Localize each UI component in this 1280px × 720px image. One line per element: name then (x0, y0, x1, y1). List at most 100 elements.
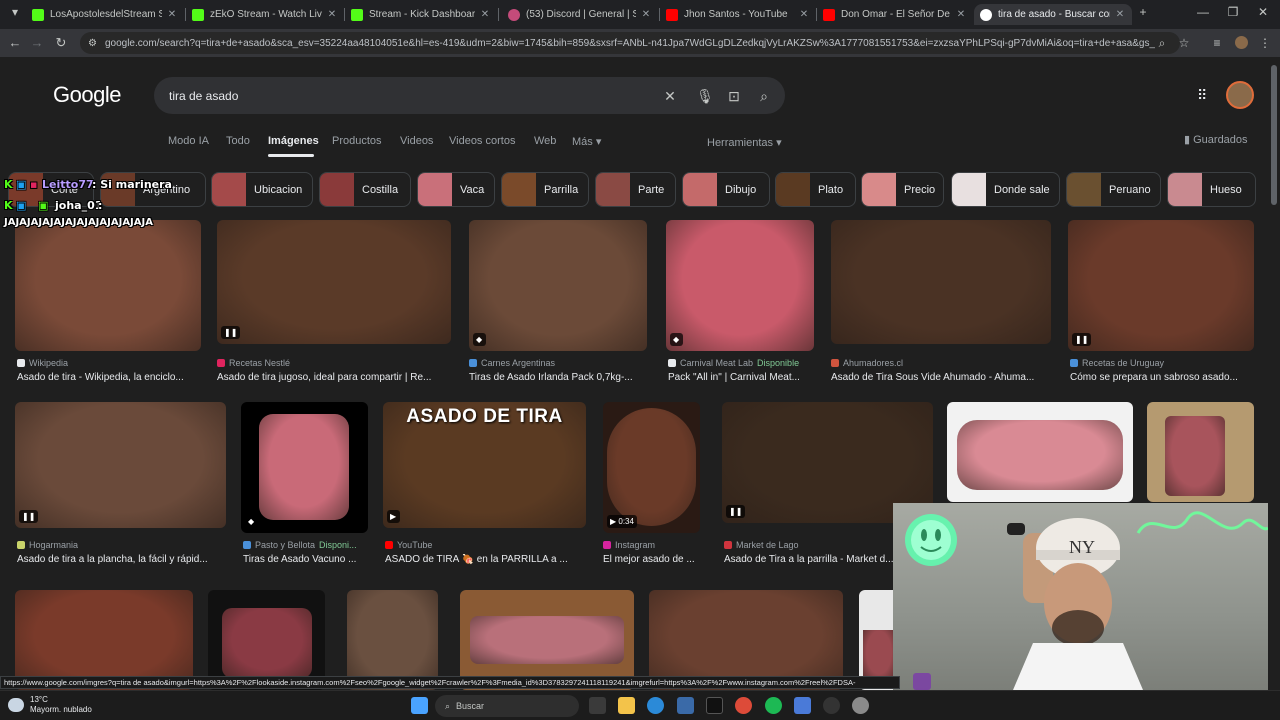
google-logo[interactable]: Google (53, 82, 121, 108)
account-avatar[interactable] (1226, 81, 1254, 109)
result-source[interactable]: Ahumadores.cl (831, 358, 1051, 368)
app-icon[interactable] (706, 697, 723, 714)
store-icon[interactable] (677, 697, 694, 714)
result-image[interactable] (15, 220, 201, 351)
tab-todo[interactable]: Todo (226, 135, 250, 147)
result-title[interactable]: Pack "All in" | Carnival Meat... (668, 372, 814, 383)
result-image[interactable] (208, 590, 325, 690)
browser-tab[interactable]: zEkO Stream - Watch Live on Ki✕ (186, 4, 344, 25)
media-control-icon[interactable]: ≡ (1208, 34, 1226, 52)
image-result[interactable] (347, 590, 438, 690)
close-tab-icon[interactable]: ✕ (640, 9, 652, 20)
result-source[interactable]: Recetas de Uruguay (1070, 358, 1254, 368)
result-image[interactable]: ASADO DE TIRA ▶ (383, 402, 586, 528)
back-button[interactable]: ← (6, 34, 24, 52)
image-result[interactable]: ❚❚ Recetas Nestlé Asado de tira jugoso, … (217, 220, 451, 390)
close-tab-icon[interactable]: ✕ (955, 9, 967, 20)
windows-start-icon[interactable] (411, 697, 428, 714)
browser-tab[interactable]: Don Omar - El Señor De La No✕ (817, 4, 973, 25)
image-result[interactable] (947, 402, 1133, 512)
image-result[interactable]: ◆ Carnival Meat Lab Disponible Pack "All … (666, 220, 814, 390)
result-source[interactable]: Instagram (603, 540, 700, 550)
result-source[interactable]: Market de Lago (724, 540, 894, 550)
result-title[interactable]: El mejor asado de ... (603, 554, 703, 565)
image-result[interactable] (1147, 402, 1254, 512)
result-title[interactable]: ASADO de TIRA 🍖 en la PARRILLA a ... (385, 554, 586, 565)
search-box[interactable] (154, 77, 785, 114)
result-source[interactable]: YouTube (385, 540, 586, 550)
chip-dibujo[interactable]: Dibujo (682, 172, 770, 207)
image-result[interactable]: ◆ Pasto y Bellota Disponi... Tiras de Asa… (241, 402, 368, 572)
lens-search-icon[interactable]: ⊡ (724, 86, 744, 106)
tab-imagenes[interactable]: Imágenes (268, 135, 319, 147)
tab-web[interactable]: Web (534, 135, 556, 147)
tab-modo-ia[interactable]: Modo IA (168, 135, 209, 147)
settings-gear-icon[interactable] (852, 697, 869, 714)
chip-precio[interactable]: Precio (861, 172, 944, 207)
tab-productos[interactable]: Productos (332, 135, 382, 147)
image-result[interactable]: Ahumadores.cl Asado de Tira Sous Vide Ah… (831, 220, 1051, 390)
image-result[interactable]: ❚❚ Recetas de Uruguay Cómo se prepara un… (1068, 220, 1254, 390)
clear-search-icon[interactable]: ✕ (660, 86, 680, 106)
image-result[interactable] (208, 590, 325, 690)
result-title[interactable]: Tiras de Asado Vacuno ... (243, 554, 368, 565)
chip-costilla[interactable]: Costilla (319, 172, 411, 207)
result-image[interactable]: ❚❚ (1068, 220, 1254, 351)
voice-search-icon[interactable]: 🎙 (695, 86, 715, 106)
task-view-icon[interactable] (589, 697, 606, 714)
zoom-icon[interactable]: ⌕ (1153, 34, 1171, 52)
result-title[interactable]: Tiras de Asado Irlanda Pack 0,7kg-... (469, 372, 647, 383)
image-result[interactable]: ASADO DE TIRA ▶ YouTube ASADO de TIRA 🍖 e… (383, 402, 586, 572)
browser-tab[interactable]: (53) Discord | General | Soy✕ (502, 4, 658, 25)
result-image[interactable]: ▶ 0:34 (603, 402, 700, 533)
menu-icon[interactable]: ⋮ (1256, 34, 1274, 52)
chip-peruano[interactable]: Peruano (1066, 172, 1161, 207)
chip-donde-sale[interactable]: Donde sale (951, 172, 1060, 207)
chrome-icon[interactable] (735, 697, 752, 714)
address-bar[interactable]: ⚙ google.com/search?q=tira+de+asado&sca_… (80, 32, 1180, 54)
restore-window-icon[interactable]: ❐ (1218, 5, 1248, 19)
chip-plato[interactable]: Plato (775, 172, 856, 207)
result-source[interactable]: Recetas Nestlé (217, 358, 451, 368)
saved-button[interactable]: ▮ Guardados (1184, 133, 1248, 146)
result-image[interactable] (1147, 402, 1254, 502)
search-icon[interactable]: ⌕ (754, 86, 774, 106)
result-image[interactable] (649, 590, 843, 690)
new-tab-button[interactable]: + (1128, 5, 1158, 19)
obs-icon[interactable] (823, 697, 840, 714)
result-title[interactable]: Asado de tira jugoso, ideal para compart… (217, 372, 451, 383)
tools-button[interactable]: Herramientas ▾ (707, 136, 782, 149)
result-source[interactable]: Carnes Argentinas (469, 358, 647, 368)
result-source[interactable]: Carnival Meat Lab Disponible (668, 358, 828, 368)
tab-videos-cortos[interactable]: Videos cortos (449, 135, 515, 147)
tab-search-icon[interactable]: ▾ (0, 5, 30, 19)
result-source[interactable]: Pasto y Bellota Disponi... (243, 540, 368, 550)
notepad-icon[interactable] (794, 697, 811, 714)
minimize-window-icon[interactable]: — (1188, 5, 1218, 19)
tab-videos[interactable]: Videos (400, 135, 433, 147)
result-image[interactable]: ❚❚ (217, 220, 451, 344)
search-input[interactable] (169, 88, 649, 103)
result-image[interactable]: ◆ (241, 402, 368, 533)
close-window-icon[interactable]: ✕ (1248, 5, 1278, 19)
result-image[interactable]: ❚❚ (15, 402, 226, 528)
browser-tab[interactable]: Stream - Kick Dashboard ✕ (345, 4, 497, 25)
image-result[interactable] (460, 590, 634, 690)
image-result[interactable] (15, 590, 193, 690)
chip-parte[interactable]: Parte (595, 172, 676, 207)
chip-vaca[interactable]: Vaca (417, 172, 495, 207)
image-result[interactable] (649, 590, 843, 690)
image-result[interactable]: ▶ 0:34 Instagram El mejor asado de ... (603, 402, 700, 572)
page-scrollbar[interactable] (1268, 57, 1280, 690)
result-title[interactable]: Asado de Tira Sous Vide Ahumado - Ahuma.… (831, 372, 1051, 383)
chip-hueso[interactable]: Hueso (1167, 172, 1256, 207)
forward-button[interactable]: → (28, 34, 46, 52)
result-title[interactable]: Cómo se prepara un sabroso asado... (1070, 372, 1254, 383)
browser-tab[interactable]: LosApostolesdelStream Stream✕ (26, 4, 184, 25)
edge-icon[interactable] (647, 697, 664, 714)
result-title[interactable]: Asado de Tira a la parrilla - Market d..… (724, 554, 896, 565)
browser-tab[interactable]: Jhon Santos - YouTube ✕ (660, 4, 816, 25)
site-info-icon[interactable]: ⚙ (88, 38, 97, 49)
tab-mas[interactable]: Más ▾ (572, 135, 601, 148)
close-tab-icon[interactable]: ✕ (1114, 9, 1126, 20)
